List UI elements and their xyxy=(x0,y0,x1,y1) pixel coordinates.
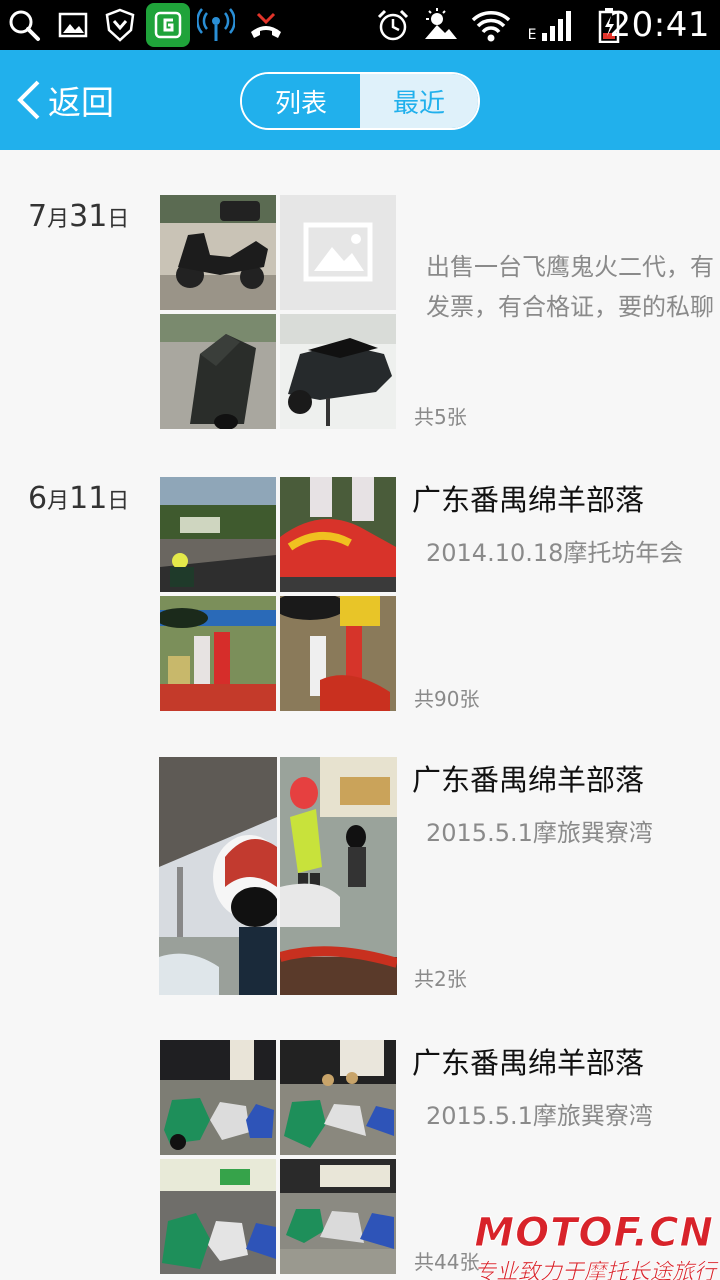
tab-recent[interactable]: 最近 xyxy=(360,74,478,128)
missed-call-icon xyxy=(246,7,286,43)
shield-icon xyxy=(102,7,138,43)
photo-thumbnail[interactable] xyxy=(160,314,276,429)
photo-count: 共5张 xyxy=(414,405,467,429)
album-post[interactable]: 6月11日 广东番禺绵羊部落 2014.10.18摩托坊年会 共90张 xyxy=(0,477,720,717)
watermark: MOTOF.CN 专业致力于摩托长途旅行 xyxy=(470,1210,720,1280)
photo-thumbnail[interactable] xyxy=(159,757,277,995)
search-icon xyxy=(6,7,42,43)
photo-thumbnail[interactable] xyxy=(160,477,276,592)
photo-thumbnail[interactable] xyxy=(280,477,396,592)
month-char: 月 xyxy=(47,207,70,232)
app-screen: E 20:41 返回 列表 最近 7月31日 出售一台飞鹰鬼火二代，有发票，有合… xyxy=(0,0,720,1280)
post-subtitle: 2015.5.1摩旅巽寮湾 xyxy=(426,819,653,847)
photo-grid xyxy=(159,757,397,995)
photo-thumbnail[interactable] xyxy=(160,1040,276,1155)
tab-list[interactable]: 列表 xyxy=(242,74,360,128)
photo-thumbnail[interactable] xyxy=(160,596,276,711)
post-title: 广东番禺绵羊部落 xyxy=(412,1046,645,1080)
photo-thumbnail[interactable] xyxy=(160,1159,276,1274)
photo-placeholder[interactable] xyxy=(280,195,396,310)
wifi-icon xyxy=(470,7,512,43)
status-bar: E 20:41 xyxy=(0,0,720,50)
watermark-brand: MOTOF.CN xyxy=(474,1210,714,1257)
post-title: 广东番禺绵羊部落 xyxy=(412,763,645,797)
photo-grid xyxy=(160,1040,396,1278)
post-subtitle: 2015.5.1摩旅巽寮湾 xyxy=(426,1102,653,1130)
photo-thumbnail[interactable] xyxy=(280,757,397,995)
photo-count: 共2张 xyxy=(414,967,467,991)
date-month: 6 xyxy=(28,481,48,516)
gallery-icon xyxy=(56,7,90,43)
post-date: 6月11日 xyxy=(28,481,129,516)
photo-thumbnail[interactable] xyxy=(280,596,396,711)
date-month: 7 xyxy=(28,199,48,234)
cellular-icon: E xyxy=(522,7,582,43)
back-label: 返回 xyxy=(48,83,114,122)
post-date: 7月31日 xyxy=(28,199,129,234)
clock: 20:41 xyxy=(609,5,710,45)
photo-thumbnail[interactable] xyxy=(280,1040,396,1155)
back-button[interactable]: 返回 xyxy=(14,74,114,126)
top-navigation-bar: 返回 列表 最近 xyxy=(0,50,720,150)
chevron-left-icon xyxy=(17,80,40,120)
photo-count: 共90张 xyxy=(414,687,480,711)
post-title: 广东番禺绵羊部落 xyxy=(412,483,645,517)
photo-thumbnail[interactable] xyxy=(280,314,396,429)
album-post[interactable]: 广东番禺绵羊部落 2015.5.1摩旅巽寮湾 共2张 xyxy=(0,757,720,997)
watermark-slogan: 专业致力于摩托长途旅行 xyxy=(473,1260,717,1280)
weather-icon xyxy=(420,7,460,43)
day-char: 日 xyxy=(107,489,130,514)
post-description: 出售一台飞鹰鬼火二代，有发票，有合格证，要的私聊 xyxy=(426,253,714,321)
view-mode-switch: 列表 最近 xyxy=(240,72,480,130)
app-badge-icon xyxy=(146,3,190,47)
photo-grid xyxy=(160,195,396,429)
album-post[interactable]: 7月31日 出售一台飞鹰鬼火二代，有发票，有合格证，要的私聊 共5张 xyxy=(0,195,720,435)
photo-grid xyxy=(160,477,396,711)
post-subtitle: 2014.10.18摩托坊年会 xyxy=(426,539,684,567)
date-day: 11 xyxy=(69,481,108,516)
wifi-signal-icon xyxy=(196,7,236,43)
date-day: 31 xyxy=(69,199,108,234)
photo-thumbnail[interactable] xyxy=(160,195,276,310)
photo-thumbnail[interactable] xyxy=(280,1159,396,1274)
image-placeholder-icon xyxy=(303,222,373,282)
day-char: 日 xyxy=(107,207,130,232)
month-char: 月 xyxy=(47,489,70,514)
alarm-icon xyxy=(374,7,412,43)
network-type-label: E xyxy=(527,27,537,43)
